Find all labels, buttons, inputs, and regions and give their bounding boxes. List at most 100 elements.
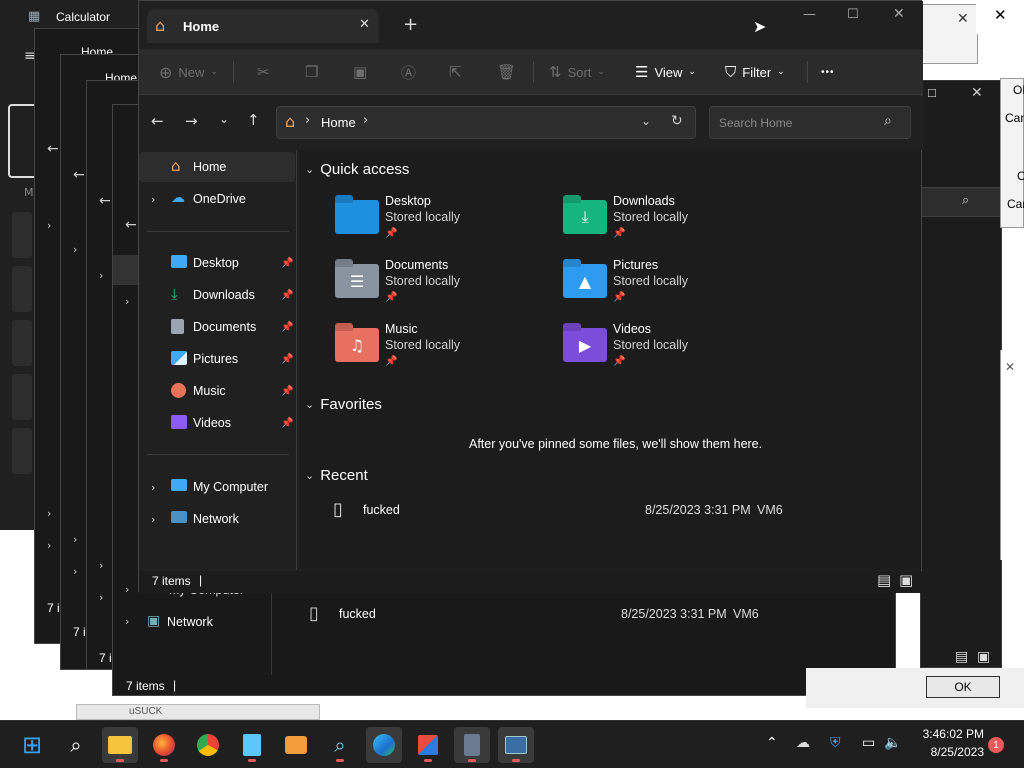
nav-home[interactable]: ⌂ Home <box>139 152 295 182</box>
ok-button[interactable]: O <box>1017 169 1024 183</box>
chevron-right-icon[interactable]: › <box>151 193 155 206</box>
breadcrumb-chevron-icon[interactable]: › <box>363 113 368 128</box>
delete-button[interactable]: 🗑 <box>497 49 516 95</box>
chevron-right-icon[interactable]: › <box>99 269 103 282</box>
nav-pinned-videos[interactable]: Videos 📌 <box>139 408 295 438</box>
cut-button[interactable]: ✂ <box>257 49 270 95</box>
chevron-right-icon[interactable]: › <box>125 583 129 596</box>
filter-button[interactable]: ⛉ Filter ⌄ <box>725 49 785 95</box>
network-tray-icon[interactable]: ▭ <box>862 735 875 751</box>
forward-arrow-icon[interactable]: → <box>185 112 198 130</box>
onedrive-tray-icon[interactable]: ☁ <box>796 735 810 751</box>
chevron-right-icon[interactable]: › <box>47 219 51 232</box>
chevron-right-icon[interactable]: › <box>73 243 77 256</box>
address-dropdown-icon[interactable]: ⌄ <box>641 114 651 128</box>
chevron-right-icon[interactable]: › <box>151 481 155 494</box>
back-arrow-icon[interactable]: ← <box>125 217 137 233</box>
nav-pinned-music[interactable]: Music 📌 <box>139 376 295 406</box>
start-button[interactable]: ⊞ <box>14 727 50 763</box>
ok-button[interactable]: OK <box>926 676 1000 698</box>
section-quick-access[interactable]: ⌄ Quick access <box>305 161 409 178</box>
search-button[interactable]: ⌕ <box>58 727 94 763</box>
breadcrumb-home[interactable]: Home <box>321 115 356 130</box>
cancel-button[interactable]: Can <box>1007 197 1024 211</box>
chevron-right-icon[interactable]: › <box>151 513 155 526</box>
search-box[interactable]: Search Home ⌕ <box>709 106 911 139</box>
minimize-icon[interactable]: — <box>803 7 816 22</box>
paste-button[interactable]: ▣ <box>353 49 367 95</box>
taskbar-media-player[interactable] <box>278 727 314 763</box>
tiles-view-icon[interactable]: ▣ <box>977 649 990 665</box>
recent-file-row[interactable]: ▯ fucked 8/25/2023 3:31 PM VM6 <box>329 498 909 522</box>
calculator-key[interactable] <box>12 428 32 474</box>
taskbar-chrome[interactable] <box>190 727 226 763</box>
section-favorites[interactable]: ⌄ Favorites <box>305 396 382 413</box>
security-tray-icon[interactable]: ⛨ <box>830 735 841 751</box>
nav-my-computer[interactable]: › My Computer <box>139 472 295 502</box>
maximize-icon[interactable]: ☐ <box>847 7 859 22</box>
search-box[interactable]: ⌕ <box>921 187 1001 217</box>
close-icon[interactable]: ✕ <box>994 6 1007 24</box>
quick-access-music[interactable]: ♫ Music Stored locally 📌 <box>335 322 555 376</box>
details-view-icon[interactable]: ▤ <box>955 649 968 665</box>
calculator-key[interactable] <box>12 374 32 420</box>
view-button[interactable]: ☰ View ⌄ <box>635 49 696 95</box>
more-options-button[interactable]: ••• <box>821 49 835 95</box>
close-tab-icon[interactable]: ✕ <box>359 17 370 32</box>
close-icon[interactable]: ✕ <box>957 11 969 27</box>
close-icon[interactable]: ✕ <box>1005 360 1015 374</box>
taskbar-firefox[interactable] <box>146 727 182 763</box>
details-view-icon[interactable]: ▤ <box>877 571 891 589</box>
nav-network[interactable]: › Network <box>139 504 295 534</box>
back-arrow-icon[interactable]: ← <box>73 167 85 183</box>
volume-icon[interactable]: 🔈 <box>884 735 901 751</box>
taskbar-file-explorer[interactable] <box>102 727 138 763</box>
close-icon[interactable]: ✕ <box>971 85 983 101</box>
nav-network[interactable]: Network <box>167 615 213 629</box>
taskbar-calculator[interactable] <box>454 727 490 763</box>
back-arrow-icon[interactable]: ← <box>151 112 164 130</box>
clock[interactable]: 3:46:02 PM 8/25/2023 <box>908 727 984 763</box>
recent-file-name[interactable]: fucked <box>339 607 376 621</box>
quick-access-downloads[interactable]: ⤓ Downloads Stored locally 📌 <box>563 194 783 248</box>
section-recent[interactable]: ⌄ Recent <box>305 467 368 484</box>
nav-pinned-downloads[interactable]: ⤓ Downloads 📌 <box>139 280 295 310</box>
calculator-key[interactable] <box>12 212 32 258</box>
quick-access-desktop[interactable]: Desktop Stored locally 📌 <box>335 194 555 248</box>
nav-onedrive[interactable]: › ☁ OneDrive <box>139 184 295 214</box>
chevron-right-icon[interactable]: › <box>73 533 77 546</box>
ok-button[interactable]: OK <box>1013 83 1024 97</box>
back-arrow-icon[interactable]: ← <box>99 193 111 209</box>
taskbar-edge[interactable] <box>366 727 402 763</box>
quick-access-pictures[interactable]: ▲ Pictures Stored locally 📌 <box>563 258 783 312</box>
chevron-right-icon[interactable]: › <box>99 559 103 572</box>
chevron-right-icon[interactable]: › <box>47 507 51 520</box>
cancel-button[interactable]: Canc <box>1005 111 1024 125</box>
close-window-icon[interactable]: ✕ <box>893 6 905 22</box>
nav-pinned-pictures[interactable]: Pictures 📌 <box>139 344 295 374</box>
tiles-view-icon[interactable]: ▣ <box>899 571 913 589</box>
new-button[interactable]: ⊕ New ⌄ <box>159 49 218 95</box>
taskbar-notepad[interactable] <box>234 727 270 763</box>
taskbar-app[interactable] <box>410 727 446 763</box>
show-hidden-icons-icon[interactable]: ⌃ <box>766 735 778 751</box>
nav-pinned-desktop[interactable]: Desktop 📌 <box>139 248 295 278</box>
taskbar-task-manager[interactable] <box>498 727 534 763</box>
address-bar[interactable]: ⌂ › Home › ⌄ ↻ <box>276 106 696 139</box>
share-button[interactable]: ⇱ <box>449 49 462 95</box>
breadcrumb-chevron-icon[interactable]: › <box>305 113 310 128</box>
back-arrow-icon[interactable]: ← <box>47 141 59 157</box>
chevron-right-icon[interactable]: › <box>99 591 103 604</box>
quick-access-documents[interactable]: ☰ Documents Stored locally 📌 <box>335 258 555 312</box>
chevron-right-icon[interactable]: › <box>125 295 129 308</box>
sort-button[interactable]: ⇅ Sort ⌄ <box>549 49 605 95</box>
recent-locations-icon[interactable]: ⌄ <box>219 112 229 126</box>
chevron-right-icon[interactable]: › <box>47 539 51 552</box>
copy-button[interactable]: ❐ <box>305 49 318 95</box>
up-arrow-icon[interactable]: ↑ <box>247 111 260 129</box>
refresh-icon[interactable]: ↻ <box>671 113 683 129</box>
notification-badge[interactable]: 1 <box>988 737 1004 753</box>
calculator-key[interactable] <box>12 266 32 312</box>
chevron-right-icon[interactable]: › <box>125 615 129 628</box>
new-tab-icon[interactable]: + <box>403 14 418 35</box>
